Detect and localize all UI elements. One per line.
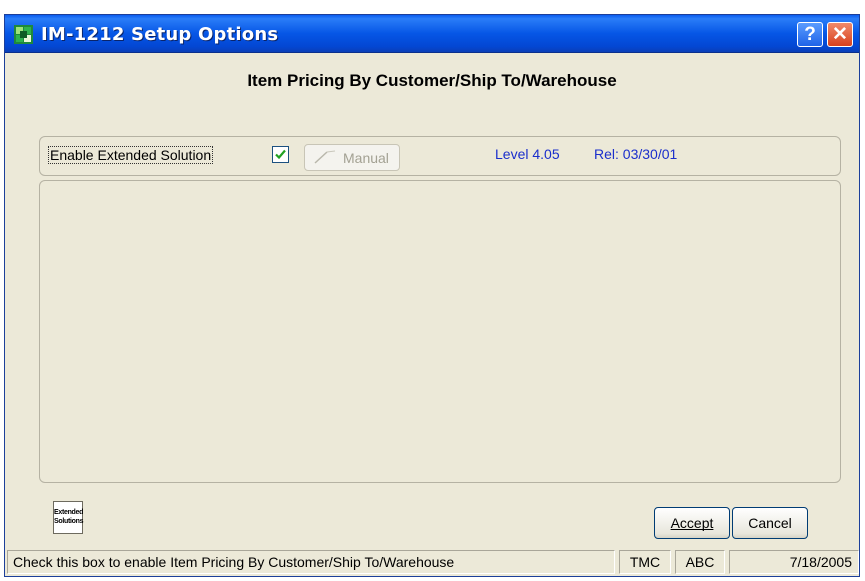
enable-extended-solution-checkbox[interactable] [272,146,289,163]
extended-solutions-logo: Extended Solutions [53,501,83,534]
manual-button[interactable]: Manual [304,144,400,171]
status-bar: Check this box to enable Item Pricing By… [5,546,859,576]
cancel-button-label: Cancel [748,515,792,531]
status-company-1: TMC [619,550,671,574]
cancel-button[interactable]: Cancel [732,507,808,539]
setup-options-window: IM-1212 Setup Options ? ✕ Item Pricing B… [4,14,860,577]
logo-line-2: Solutions [54,518,84,525]
title-bar[interactable]: IM-1212 Setup Options ? ✕ [5,15,859,53]
app-icon[interactable] [14,25,33,44]
manual-button-label: Manual [343,150,389,166]
status-company-2: ABC [675,550,725,574]
window-title: IM-1212 Setup Options [41,24,279,45]
help-button[interactable]: ? [797,22,823,47]
wand-icon [314,150,336,164]
level-text: Level 4.05 [495,146,560,162]
extended-solution-panel: Enable Extended Solution Manual Level 4.… [39,136,841,176]
close-button[interactable]: ✕ [827,22,853,47]
enable-extended-solution-label[interactable]: Enable Extended Solution [48,146,214,164]
checkmark-icon [275,149,286,160]
accept-button[interactable]: Accept [654,507,730,539]
logo-line-1: Extended [54,509,84,516]
status-message: Check this box to enable Item Pricing By… [7,550,615,574]
dialog-heading: Item Pricing By Customer/Ship To/Warehou… [247,71,617,90]
accept-button-label: Accept [670,515,714,531]
release-date-text: Rel: 03/30/01 [594,146,678,162]
status-date: 7/18/2005 [729,550,859,574]
options-content-panel [39,180,841,483]
